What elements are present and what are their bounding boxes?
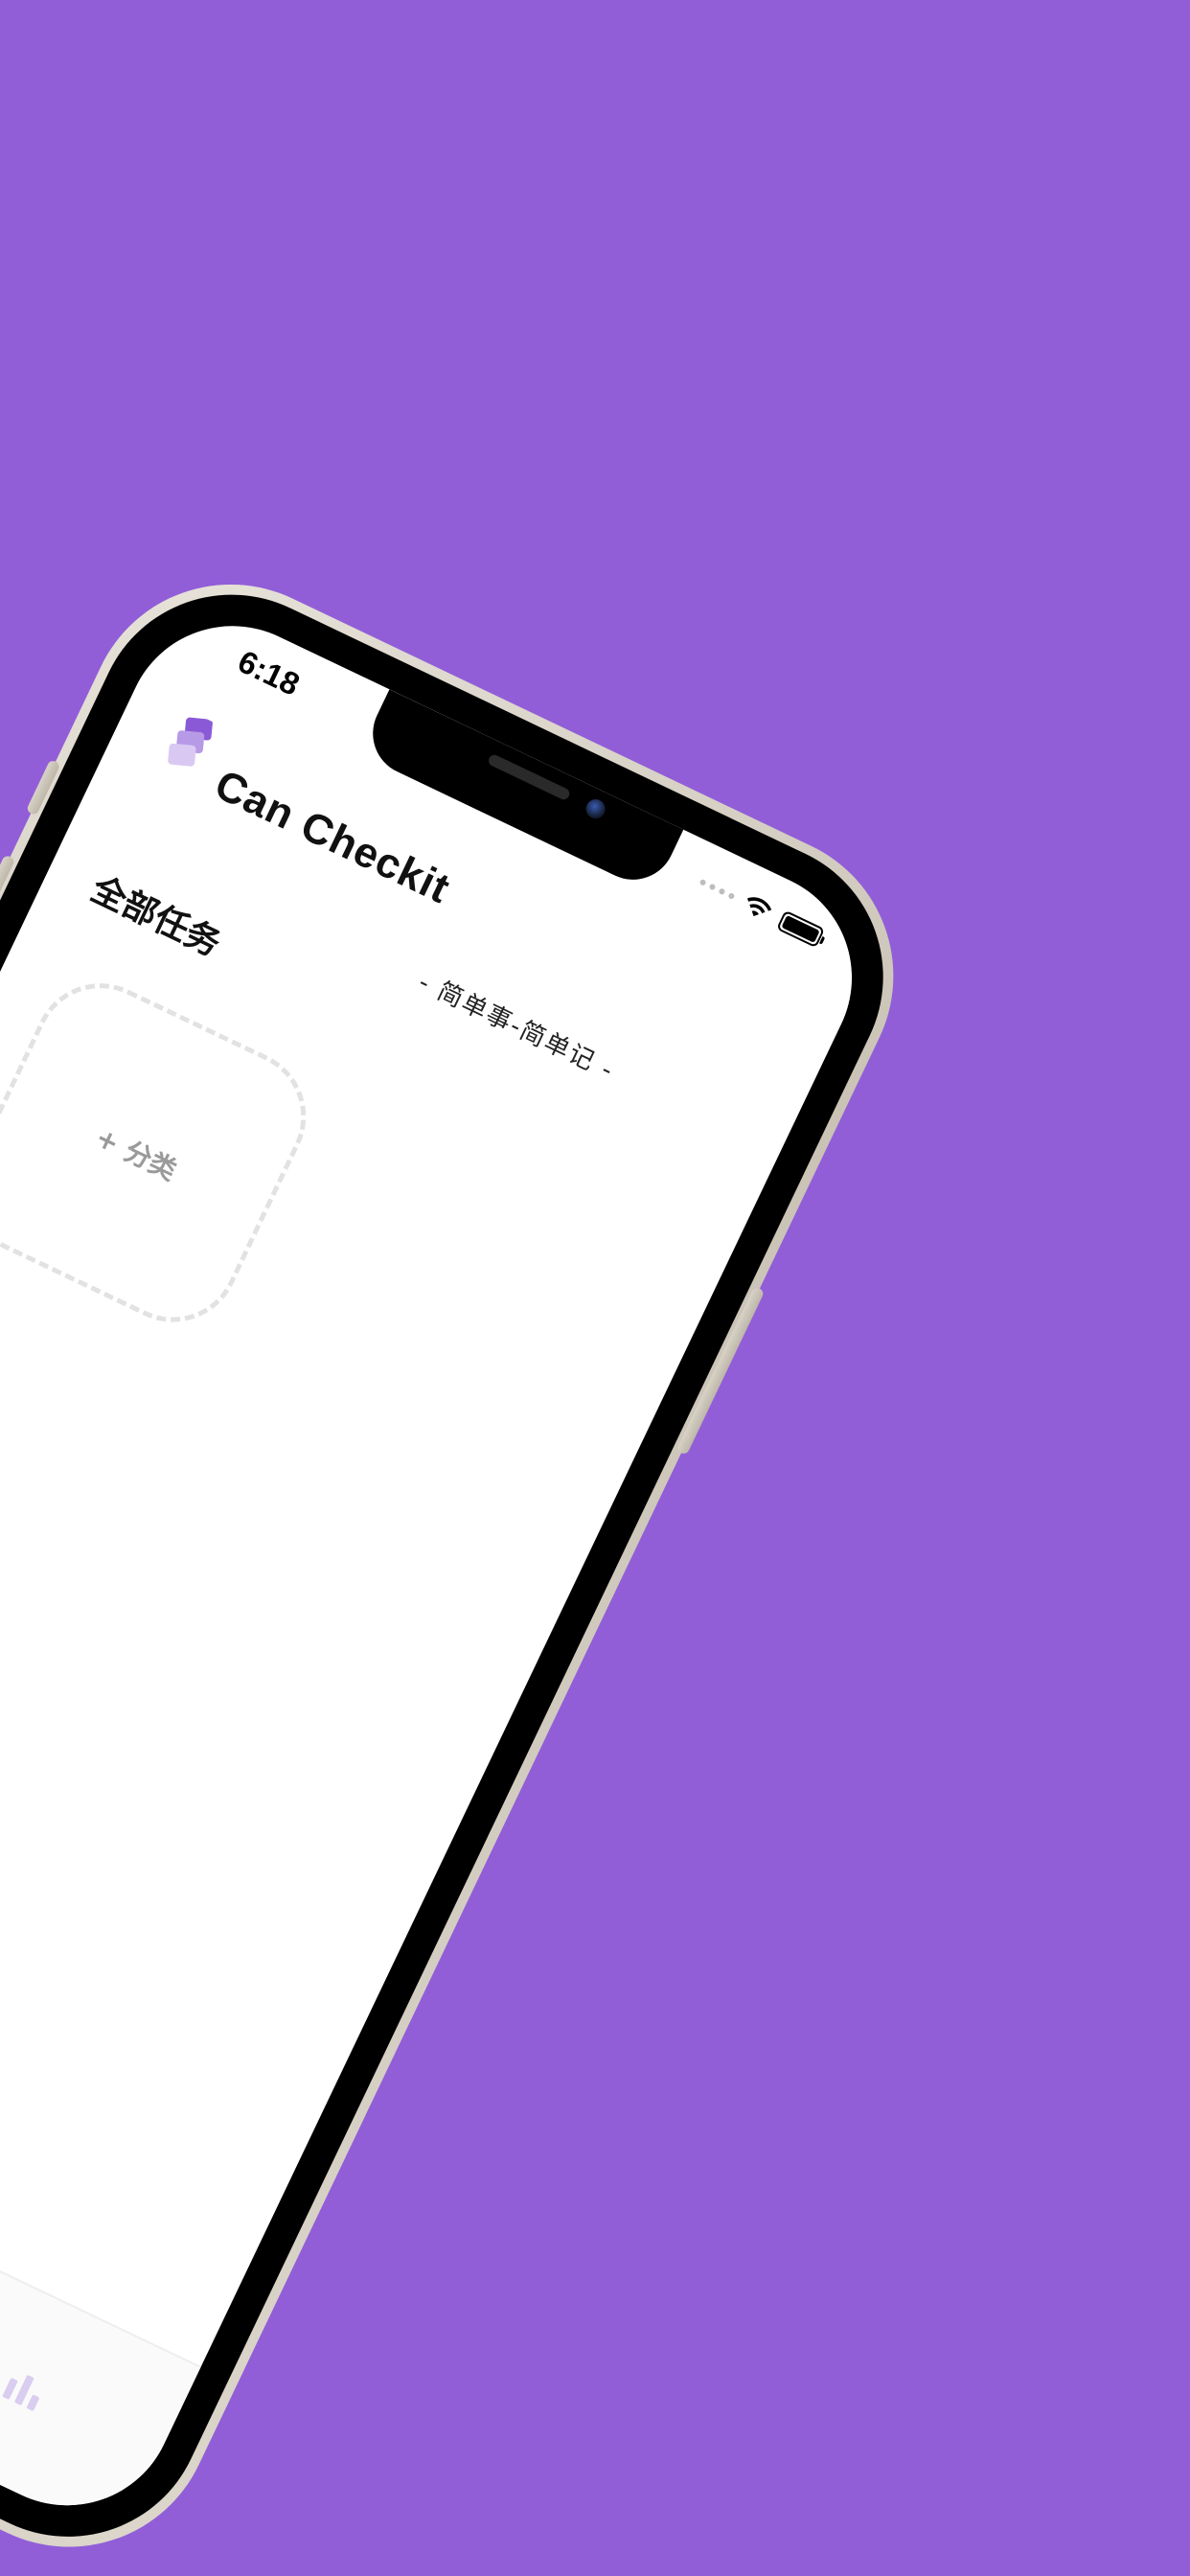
phone-screen: 6:18 Can Checkit - 简单事-简单记 - 全部任务 + 分类 <box>0 589 888 2542</box>
add-category-button[interactable]: + 分类 <box>0 960 329 1345</box>
all-tasks-title: 全部任务 <box>84 869 227 965</box>
phone-mockup: 6:18 Can Checkit - 简单事-简单记 - 全部任务 + 分类 <box>0 537 942 2576</box>
bar-chart-icon[interactable] <box>0 2364 50 2412</box>
wifi-icon <box>746 897 772 917</box>
status-time: 6:18 <box>232 643 306 702</box>
battery-icon <box>776 909 826 949</box>
app-logo-icon <box>168 717 213 767</box>
cellular-signal-icon <box>698 878 736 900</box>
app-tagline: - 简单事-简单记 - <box>414 968 619 1087</box>
app-store-screenshot: 6:18 Can Checkit - 简单事-简单记 - 全部任务 + 分类 <box>0 0 1190 2576</box>
app-title: Can Checkit <box>207 761 458 913</box>
add-category-label: + 分类 <box>90 1121 182 1187</box>
front-camera <box>583 795 609 822</box>
